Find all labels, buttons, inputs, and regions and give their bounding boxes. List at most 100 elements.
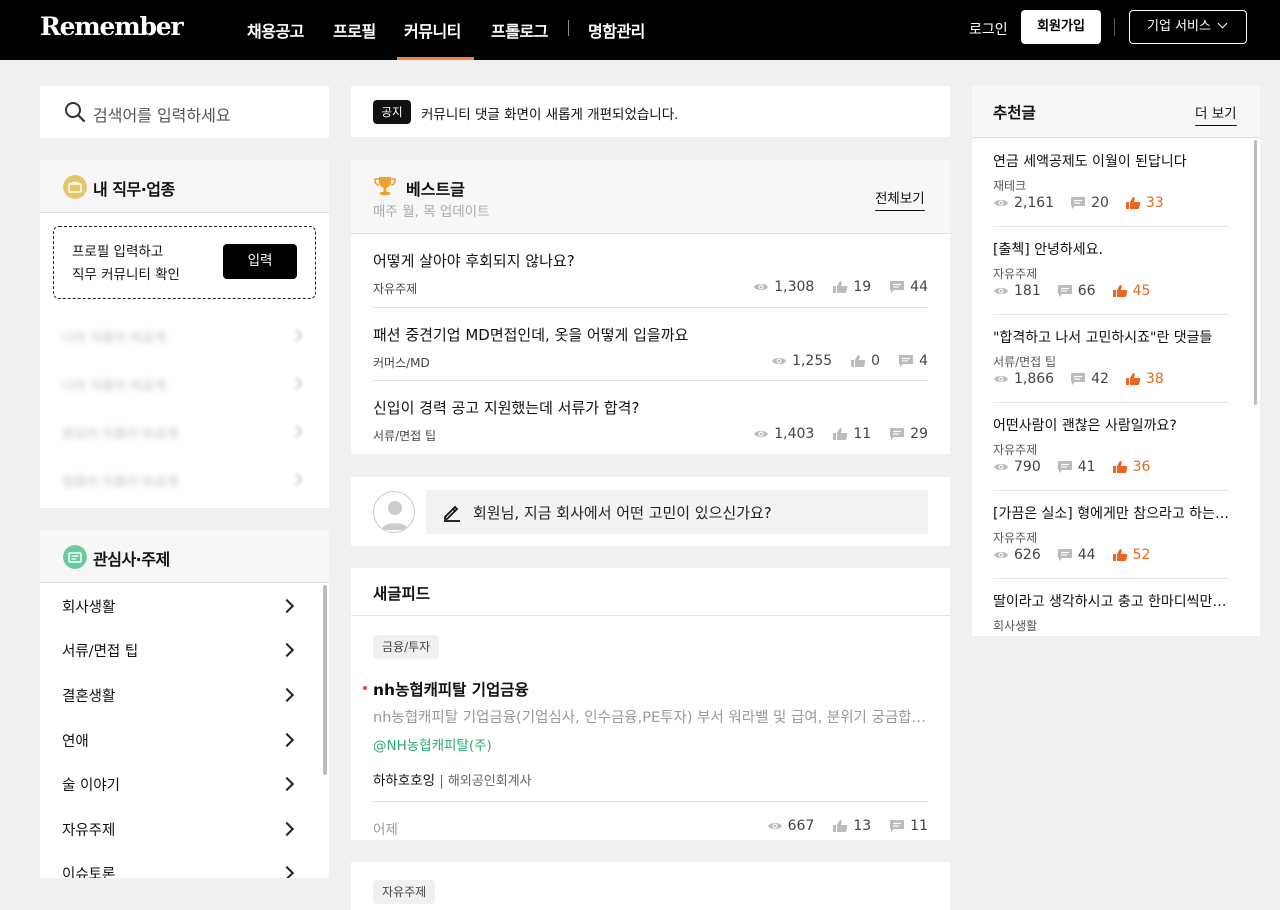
recommended-item[interactable]: [출첵] 안녕하세요. 자유주제 181 66 45 xyxy=(993,239,1229,327)
comment-icon xyxy=(890,820,905,832)
thumbs-up-icon xyxy=(1125,373,1141,385)
eye-icon xyxy=(767,823,782,829)
business-service-dropdown[interactable]: 기업 서비스 xyxy=(1129,10,1247,44)
login-link[interactable]: 로그인 xyxy=(969,19,1008,39)
like-count: 33 xyxy=(1145,195,1164,211)
recommended-item[interactable]: "합격하고 나서 고민하시죠"란 댓글들 서류/면접 팁 1,866 42 38 xyxy=(993,327,1229,415)
company-mention[interactable]: @NH농협캐피탈(주) xyxy=(373,734,492,754)
newspaper-icon xyxy=(63,545,87,569)
like-count: 52 xyxy=(1132,547,1151,563)
feed-post-preview[interactable]: nh농협캐피탈 기업금융(기업심사, 인수금융,PE투자) 부서 워라밸 및 급… xyxy=(373,706,928,727)
notice-text[interactable]: 커뮤니티 댓글 화면이 새롭게 개편되었습니다. xyxy=(421,103,678,123)
like-count: 13 xyxy=(853,818,872,834)
best-post-title[interactable]: 어떻게 살아야 후회되지 않나요? xyxy=(373,250,575,271)
chevron-right-icon xyxy=(290,425,303,438)
comment-icon xyxy=(890,281,905,293)
topic-item[interactable]: 자유주제 xyxy=(62,819,115,840)
category-chip[interactable]: 금융/투자 xyxy=(373,635,440,659)
recommended-item[interactable]: 어떤사람이 괜찮은 사람일까요? 자유주제 790 41 36 xyxy=(993,415,1229,503)
nav-jobs[interactable]: 채용공고 xyxy=(247,18,304,42)
comment-icon xyxy=(890,428,905,440)
best-post-title[interactable]: 신입이 경력 공고 지원했는데 서류가 합격? xyxy=(373,397,639,418)
blurred-job-item: 나의 직종이 비공개 xyxy=(62,331,166,346)
comment-count: 20 xyxy=(1091,195,1109,211)
recommended-item-title[interactable]: [가끔은 실소] 형에게만 참으라고 하는 부모님 xyxy=(993,503,1229,523)
signup-button[interactable]: 회원가입 xyxy=(1021,10,1101,44)
search-box[interactable]: 검색어를 입력하세요 xyxy=(40,86,329,138)
recommended-item[interactable]: 연금 세액공제도 이월이 된답니다재테크 2,161 20 33 xyxy=(993,151,1229,239)
topic-item[interactable]: 이슈토론 xyxy=(62,863,115,878)
feed-post-card: 자유주제 xyxy=(351,862,950,910)
comment-count: 41 xyxy=(1077,459,1096,475)
topic-item[interactable]: 연애 xyxy=(62,730,89,751)
topic-item[interactable]: 서류/면접 팁 xyxy=(62,640,138,661)
recommended-item-category: 재테크 xyxy=(993,179,1027,193)
write-post-input[interactable]: 회원님, 지금 회사에서 어떤 고민이 있으신가요? xyxy=(426,490,928,534)
comment-count: 11 xyxy=(910,818,928,834)
recommended-item-stats: 790 41 36 xyxy=(993,459,1150,475)
interest-scrollbar[interactable] xyxy=(323,585,327,775)
new-feed-panel: 새글피드 금융/투자 nh농협캐피탈 기업금융 nh농협캐피탈 기업금융(기업심… xyxy=(351,568,950,840)
topic-item[interactable]: 술 이야기 xyxy=(62,774,120,795)
recommended-item-title[interactable]: "합격하고 나서 고민하시죠"란 댓글들 xyxy=(993,327,1229,347)
topic-item[interactable]: 회사생활 xyxy=(62,596,115,617)
recommended-item[interactable]: 딸이라고 생각하시고 충고 한마디씩만 부탁드려요회사생활 xyxy=(993,591,1229,636)
best-posts-panel: 베스트글 매주 월, 목 업데이트 전체보기 어떻게 살아야 후회되지 않나요?… xyxy=(351,160,950,454)
trophy-icon xyxy=(374,177,396,195)
blurred-job-item: 나의 직종이 비공개 xyxy=(62,379,166,394)
nav-community[interactable]: 커뮤니티 xyxy=(404,18,461,42)
like-count: 38 xyxy=(1145,371,1164,387)
nav-profile[interactable]: 프로필 xyxy=(333,18,376,42)
chevron-right-icon[interactable] xyxy=(279,687,295,703)
eye-icon xyxy=(994,200,1008,206)
nav-active-indicator xyxy=(397,57,474,60)
recommended-scrollbar[interactable] xyxy=(1254,140,1257,405)
recommended-item-title[interactable]: 연금 세액공제도 이월이 된답니다 xyxy=(993,151,1229,171)
comment-count: 44 xyxy=(910,279,928,295)
feed-post-author[interactable]: 하하호호잉 | 해외공인회계사 xyxy=(373,769,532,789)
chevron-right-icon[interactable] xyxy=(279,642,295,658)
chevron-right-icon[interactable] xyxy=(279,821,295,837)
chevron-right-icon[interactable] xyxy=(279,865,295,878)
author-job: 해외공인회계사 xyxy=(447,774,532,789)
best-post-category: 자유주제 xyxy=(373,282,418,296)
search-input[interactable]: 검색어를 입력하세요 xyxy=(93,102,231,126)
recommended-item-title[interactable]: 어떤사람이 괜찮은 사람일까요? xyxy=(993,415,1229,435)
thumbs-up-icon xyxy=(851,355,866,367)
recommended-item-category: 자유주제 xyxy=(993,267,1038,281)
divider xyxy=(993,402,1229,403)
my-job-panel: 내 직무·업종 프로필 입력하고 직무 커뮤니티 확인 입력 나의 직종이 비공… xyxy=(40,160,329,508)
thumbs-up-icon xyxy=(833,428,848,440)
profile-prompt-line1: 프로필 입력하고 xyxy=(72,244,164,260)
eye-icon xyxy=(994,552,1008,558)
recommended-item[interactable]: [가끔은 실소] 형에게만 참으라고 하는 부모님자유주제 626 44 52 xyxy=(993,503,1229,591)
interest-title: 관심사·주제 xyxy=(93,550,170,569)
chevron-right-icon[interactable] xyxy=(279,776,295,792)
view-count: 2,161 xyxy=(1014,195,1055,211)
category-chip[interactable]: 자유주제 xyxy=(373,880,436,904)
comment-icon xyxy=(1071,197,1086,209)
view-all-link[interactable]: 전체보기 xyxy=(875,187,925,211)
recommended-item-title[interactable]: 딸이라고 생각하시고 충고 한마디씩만 부탁드려요 xyxy=(993,591,1229,611)
comment-icon xyxy=(1071,373,1086,385)
notice-tag: 공지 xyxy=(373,100,411,124)
recommended-item-category: 자유주제 xyxy=(993,531,1038,545)
profile-input-button[interactable]: 입력 xyxy=(223,244,297,279)
nav-prologue[interactable]: 프롤로그 xyxy=(491,18,548,42)
eye-icon xyxy=(994,464,1008,470)
best-posts-subtitle: 매주 월, 목 업데이트 xyxy=(373,204,490,220)
remember-logo[interactable]: Remember xyxy=(40,12,184,41)
chevron-right-icon[interactable] xyxy=(279,598,295,614)
feed-post-title[interactable]: nh농협캐피탈 기업금융 xyxy=(373,678,529,700)
recommended-item-title[interactable]: [출첵] 안녕하세요. xyxy=(993,239,1229,259)
notice-banner[interactable]: 공지 커뮤니티 댓글 화면이 새롭게 개편되었습니다. xyxy=(351,86,950,137)
best-posts-title: 베스트글 xyxy=(406,180,465,199)
more-link[interactable]: 더 보기 xyxy=(1195,102,1237,126)
nav-card-management[interactable]: 명함관리 xyxy=(588,18,645,42)
search-icon xyxy=(65,102,86,123)
profile-prompt-box: 프로필 입력하고 직무 커뮤니티 확인 입력 xyxy=(53,226,316,299)
topic-item[interactable]: 결혼생활 xyxy=(62,685,115,706)
chevron-right-icon[interactable] xyxy=(279,732,295,748)
view-count: 626 xyxy=(1014,547,1041,563)
best-post-title[interactable]: 패션 중견기업 MD면접인데, 옷을 어떻게 입을까요 xyxy=(373,324,688,345)
